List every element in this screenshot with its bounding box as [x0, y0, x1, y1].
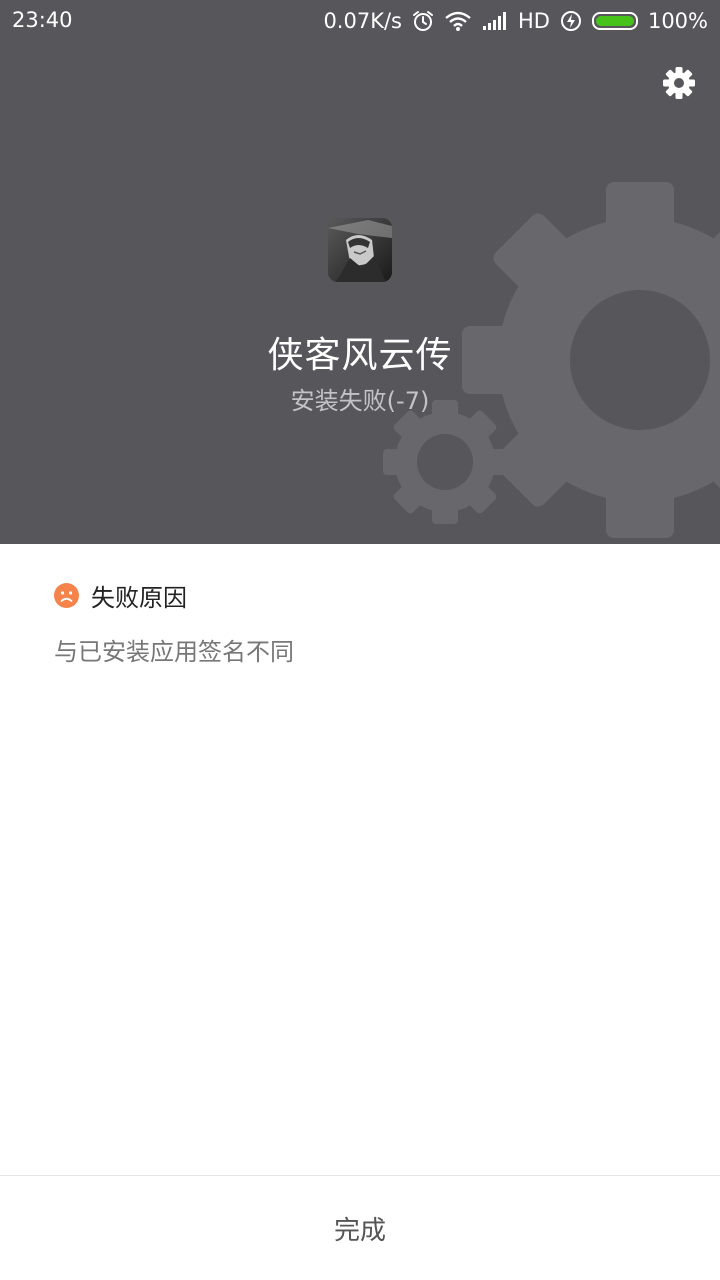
failure-reason-title: 失败原因	[91, 584, 187, 612]
app-name: 侠客风云传	[267, 335, 453, 376]
net-speed: 0.07K/s	[323, 9, 402, 33]
status-indicators: 0.07K/s HD 100%	[323, 8, 708, 34]
wifi-icon	[445, 11, 471, 31]
failure-reason-detail: 与已安装应用签名不同	[54, 638, 294, 666]
app-artwork-icon	[328, 218, 392, 282]
battery-level-fill	[595, 16, 634, 26]
settings-gear-icon[interactable]	[662, 66, 696, 100]
done-button[interactable]: 完成	[0, 1176, 720, 1280]
install-failed-screen: 23:40 0.07K/s HD 100% 侠客风云传 安装失败(-7) 失败原…	[0, 0, 720, 1280]
status-bar: 23:40 0.07K/s HD 100%	[0, 0, 720, 42]
header-panel: 23:40 0.07K/s HD 100% 侠客风云传 安装失败(-7)	[0, 0, 720, 544]
app-icon	[328, 218, 392, 282]
sad-face-icon	[54, 583, 79, 608]
battery-icon	[591, 12, 638, 30]
footer-bar: 完成	[0, 1175, 720, 1280]
charging-icon	[560, 11, 581, 31]
alarm-icon	[412, 11, 433, 31]
battery-percent: 100%	[647, 9, 708, 33]
network-type: HD	[517, 9, 550, 33]
failure-reason-header: 失败原因	[54, 578, 187, 613]
status-time: 23:40	[12, 8, 73, 32]
signal-icon	[482, 12, 506, 30]
install-status: 安装失败(-7)	[290, 387, 430, 415]
